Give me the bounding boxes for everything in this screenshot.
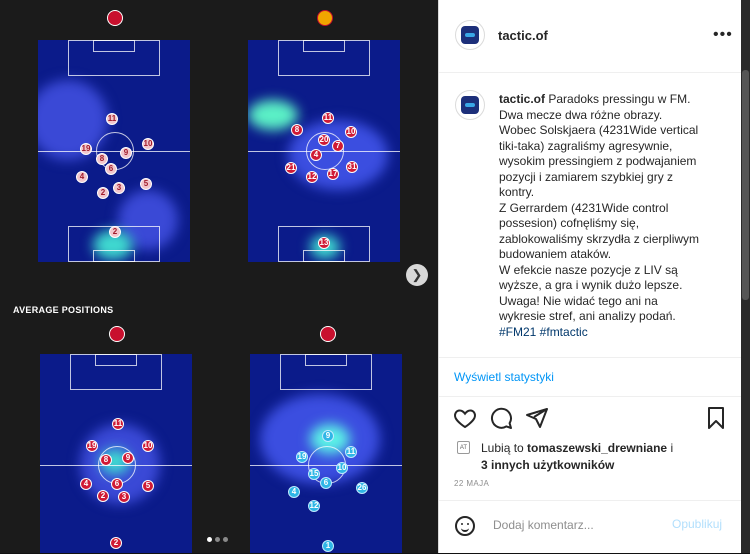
player-marker: 19: [80, 143, 92, 155]
heatmap-pitch: [250, 354, 402, 553]
player-marker: 13: [318, 237, 330, 249]
share-icon[interactable]: [525, 406, 549, 430]
player-marker: 26: [356, 482, 368, 494]
publish-button[interactable]: Opublikuj: [672, 517, 722, 531]
post-header: tactic.of •••: [439, 0, 741, 73]
more-options-icon[interactable]: •••: [713, 26, 733, 44]
hashtags-link[interactable]: #FM21 #fmtactic: [499, 325, 731, 341]
post-date: 22 MAJA: [454, 479, 490, 488]
player-marker: 7: [332, 140, 344, 152]
player-marker: 10: [142, 440, 154, 452]
section-title: AVERAGE POSITIONS: [13, 305, 114, 315]
player-marker: 8: [96, 153, 108, 165]
player-marker: 21: [285, 162, 297, 174]
player-marker: 9: [122, 452, 134, 464]
other-likers-link[interactable]: 3 innych użytkowników: [481, 458, 614, 472]
carousel-next-button[interactable]: ❯: [406, 264, 428, 286]
player-marker: 11: [322, 112, 334, 124]
player-marker: 10: [345, 126, 357, 138]
comment-bar: Opublikuj: [439, 500, 741, 554]
player-marker: 8: [100, 454, 112, 466]
player-marker: 6: [105, 163, 117, 175]
player-marker: 31: [346, 161, 358, 173]
player-marker: 12: [308, 500, 320, 512]
player-marker: 15: [308, 468, 320, 480]
player-marker: 5: [140, 178, 152, 190]
player-marker: 19: [296, 451, 308, 463]
player-marker: 2: [97, 187, 109, 199]
carousel-dot: [223, 537, 228, 542]
avatar[interactable]: AT: [457, 441, 470, 454]
player-marker: 1: [322, 540, 334, 552]
player-marker: 2: [110, 537, 122, 549]
player-marker: 10: [142, 138, 154, 150]
bookmark-icon[interactable]: [704, 406, 728, 430]
team-crest-manutd-icon: [317, 10, 333, 26]
player-marker: 20: [318, 134, 330, 146]
player-marker: 2: [97, 490, 109, 502]
scrollbar[interactable]: [741, 0, 750, 553]
player-marker: 6: [320, 477, 332, 489]
player-marker: 10: [336, 462, 348, 474]
player-marker: 6: [111, 478, 123, 490]
heatmap-pitch: [40, 354, 192, 553]
player-marker: 11: [112, 418, 124, 430]
player-marker: 4: [288, 486, 300, 498]
view-stats-link[interactable]: Wyświetl statystyki: [454, 370, 554, 384]
player-marker: 2: [109, 226, 121, 238]
avatar[interactable]: [455, 20, 485, 50]
liker-username-link[interactable]: tomaszewski_drewniane: [527, 441, 667, 455]
player-marker: 4: [80, 478, 92, 490]
player-marker: 4: [76, 171, 88, 183]
player-marker: 9: [322, 430, 334, 442]
scrollbar-thumb[interactable]: [742, 70, 749, 300]
carousel-dot: [215, 537, 220, 542]
player-marker: 3: [113, 182, 125, 194]
heatmap-pitch: [248, 40, 400, 262]
player-marker: 9: [120, 147, 132, 159]
post-media: 11 19 10 8 9 6 4 3 2 5 2 11 8 20 10 4 7 …: [0, 0, 438, 553]
player-marker: 11: [106, 113, 118, 125]
player-marker: 8: [291, 124, 303, 136]
player-marker: 4: [310, 149, 322, 161]
team-crest-liverpool-icon: [320, 326, 336, 342]
player-marker: 5: [142, 480, 154, 492]
player-marker: 17: [327, 168, 339, 180]
carousel-indicator: [207, 529, 231, 547]
team-crest-sheffield-icon: [109, 326, 125, 342]
post-caption: tactic.of Paradoks pressingu w FM. Dwa m…: [499, 92, 731, 340]
player-marker: 11: [345, 446, 357, 458]
player-marker: 19: [86, 440, 98, 452]
caption-username[interactable]: tactic.of: [499, 92, 545, 106]
player-marker: 12: [306, 171, 318, 183]
username-link[interactable]: tactic.of: [498, 28, 548, 43]
post-panel: tactic.of ••• tactic.of Paradoks pressin…: [438, 0, 741, 553]
player-marker: 3: [118, 491, 130, 503]
heart-icon[interactable]: [453, 406, 477, 430]
emoji-icon[interactable]: [455, 516, 475, 536]
comment-icon[interactable]: [489, 406, 513, 430]
team-crest-sheffield-icon: [107, 10, 123, 26]
avatar[interactable]: [455, 90, 485, 120]
carousel-dot: [207, 537, 212, 542]
comment-input[interactable]: [491, 517, 655, 533]
